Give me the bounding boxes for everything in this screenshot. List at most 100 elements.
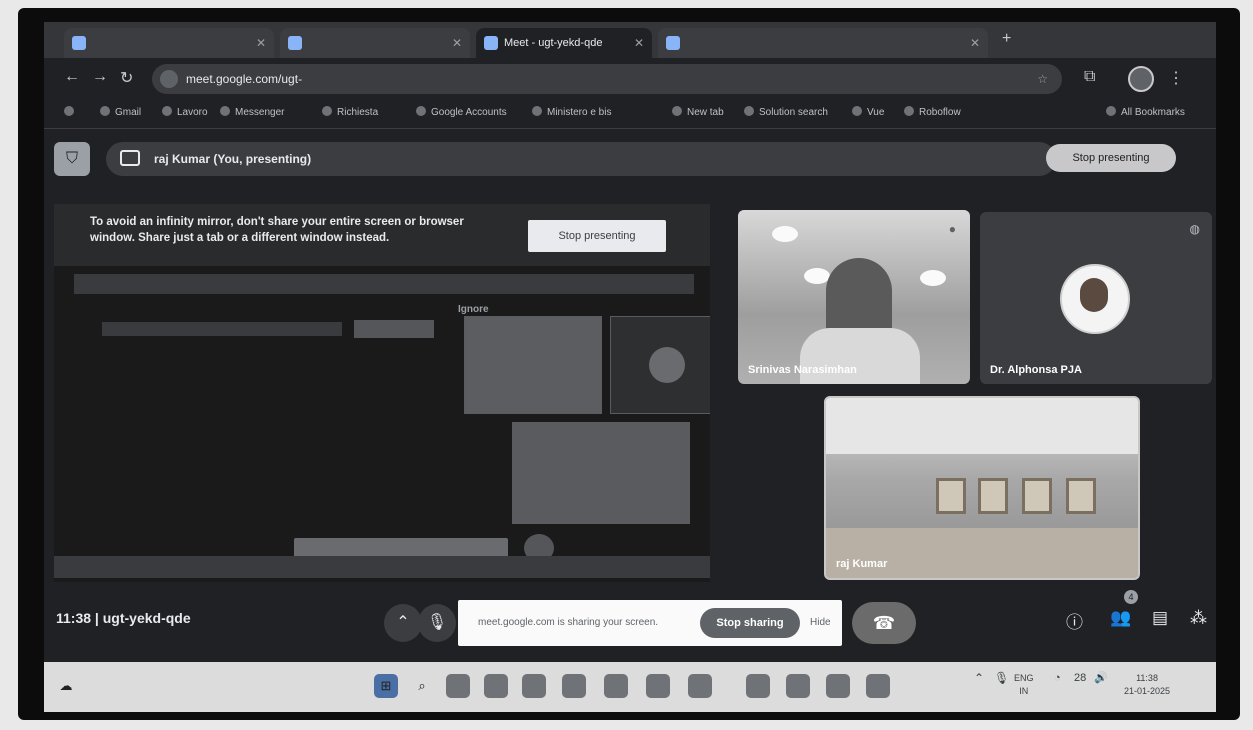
meeting-time-and-code: 11:38 | ugt-yekd-qde (56, 610, 191, 626)
clock[interactable]: 11:38 21-01-2025 (1124, 672, 1170, 698)
search-icon[interactable]: ⌕ (410, 674, 434, 698)
bookmarks-bar: Gmail Lavoro Messenger Richiesta Google … (44, 100, 1216, 129)
back-icon[interactable]: ← (64, 68, 80, 86)
language-code: ENG (1014, 673, 1034, 683)
bookmark-item[interactable]: Gmail (100, 106, 141, 118)
close-tab-icon[interactable]: ✕ (634, 28, 644, 58)
monitor-bezel: ✕ ✕ Meet - ugt-yekd-qde ✕ ✕ + ← → ↻ meet… (18, 8, 1240, 720)
infinity-mirror-warning: To avoid an infinity mirror, don't share… (54, 204, 710, 266)
activities-icon[interactable]: ⁂ (1190, 608, 1207, 628)
tab-favicon-icon (72, 36, 86, 50)
extensions-icon[interactable]: ⧉ (1084, 68, 1095, 86)
new-tab-icon[interactable]: + (1002, 30, 1011, 48)
close-tab-icon[interactable]: ✕ (970, 28, 980, 58)
tab-strip: ✕ ✕ Meet - ugt-yekd-qde ✕ ✕ + (44, 22, 1216, 58)
wifi-icon[interactable]: ◔ (1054, 672, 1061, 685)
bookmark-item[interactable]: New tab (672, 106, 724, 118)
tray-chevron-icon[interactable]: ⌃ (974, 672, 984, 685)
app-icon[interactable] (826, 674, 850, 698)
stop-presenting-inline-button[interactable]: Stop presenting (528, 220, 666, 252)
menu-icon[interactable]: ⋮ (1168, 68, 1184, 88)
browser-tab[interactable]: ✕ (658, 28, 988, 58)
meet-control-bar: 11:38 | ugt-yekd-qde ⌃ 🎙 meet.google.com… (44, 590, 1216, 646)
room-floor (826, 528, 1138, 578)
app-icon[interactable] (866, 674, 890, 698)
bookmark-item[interactable]: Lavoro (162, 106, 208, 118)
task-view-icon[interactable] (446, 674, 470, 698)
bookmark-item[interactable]: Google Accounts (416, 106, 507, 118)
start-icon[interactable]: ⊞ (374, 674, 398, 698)
close-tab-icon[interactable]: ✕ (452, 28, 462, 58)
nested-presenting-bar (74, 274, 694, 294)
forward-icon[interactable]: → (92, 68, 108, 86)
site-info-icon[interactable] (160, 70, 178, 88)
chrome-icon[interactable] (746, 674, 770, 698)
browser-toolbar: ← → ↻ meet.google.com/ugt- ☆ ⧉ ⋮ (44, 58, 1216, 100)
weather-icon[interactable]: ☁ (54, 674, 78, 698)
app-icon[interactable] (604, 674, 628, 698)
stop-sharing-button[interactable]: Stop sharing (700, 608, 800, 638)
language-indicator[interactable]: ENG IN (1014, 672, 1034, 698)
nested-warning (102, 322, 342, 336)
tray-mic-icon[interactable]: 🎙 (994, 672, 1009, 685)
browser-tab[interactable]: ✕ (64, 28, 274, 58)
reload-icon[interactable]: ↻ (120, 68, 133, 88)
close-tab-icon[interactable]: ✕ (256, 28, 266, 58)
app-icon[interactable] (646, 674, 670, 698)
address-bar[interactable]: meet.google.com/ugt- ☆ (152, 64, 1062, 94)
bookmark-item[interactable]: Roboflow (904, 106, 961, 118)
ceiling-light (772, 226, 798, 242)
nested-tile-label: Ignore (458, 304, 489, 315)
audio-options-chevron-icon[interactable]: ⌃ (384, 604, 422, 642)
bookmark-item[interactable]: Ministero e bis (532, 106, 611, 118)
bookmark-item[interactable]: Richiesta (322, 106, 378, 118)
presenting-bar: ⛉ raj Kumar (You, presenting) Stop prese… (54, 136, 1176, 182)
end-call-icon[interactable]: ☎ (852, 602, 916, 644)
wall-frame (1066, 478, 1096, 514)
chat-icon[interactable]: ▤ (1152, 608, 1168, 628)
bookmark-item[interactable]: Messenger (220, 106, 284, 118)
mic-muted-icon: ◍ (1189, 222, 1200, 236)
stop-presenting-button[interactable]: Stop presenting (1046, 144, 1176, 172)
tab-favicon-icon (288, 36, 302, 50)
wall-frame (1022, 478, 1052, 514)
people-count-badge: 4 (1124, 590, 1138, 604)
room-ceiling (826, 398, 1138, 454)
meet-favicon-icon (484, 36, 498, 50)
screen: ✕ ✕ Meet - ugt-yekd-qde ✕ ✕ + ← → ↻ meet… (44, 22, 1216, 712)
microphone-icon[interactable]: 🎙 (418, 604, 456, 642)
bookmark-star-icon[interactable]: ☆ (1037, 64, 1048, 94)
wall-frame (936, 478, 966, 514)
hide-button[interactable]: Hide (810, 600, 831, 646)
app-icon[interactable] (562, 674, 586, 698)
app-icon[interactable] (688, 674, 712, 698)
nested-video-tile (464, 316, 602, 414)
nested-stop-button (354, 320, 434, 338)
temperature: 28 (1074, 672, 1087, 684)
people-icon[interactable]: 👥 (1110, 608, 1131, 628)
speaker-icon[interactable]: 🔊 (1094, 672, 1108, 685)
meeting-info-icon[interactable]: ⓘ (1066, 608, 1083, 633)
warning-text: To avoid an infinity mirror, don't share… (90, 216, 464, 244)
host-controls-icon[interactable]: ⛉ (54, 142, 90, 176)
tab-favicon-icon (666, 36, 680, 50)
profile-avatar[interactable] (1128, 66, 1154, 92)
participant-tile[interactable]: ● Srinivas Narasimhan (738, 210, 970, 384)
app-icon[interactable] (786, 674, 810, 698)
bookmark-item[interactable]: Solution search (744, 106, 828, 118)
browser-tab[interactable]: ✕ (280, 28, 470, 58)
clock-time: 11:38 (1136, 673, 1158, 683)
url-text: meet.google.com/ugt- (186, 72, 303, 86)
bookmark-item[interactable]: Vue (852, 106, 884, 118)
participant-tile[interactable]: ◍ Dr. Alphonsa PJA (980, 212, 1212, 384)
file-explorer-icon[interactable] (522, 674, 546, 698)
self-view-tile[interactable]: raj Kumar (824, 396, 1140, 580)
browser-tab-active[interactable]: Meet - ugt-yekd-qde ✕ (476, 28, 652, 58)
mic-muted-icon: ● (948, 222, 956, 236)
bookmark-item[interactable]: All Bookmarks (1106, 106, 1185, 118)
participant-name: Dr. Alphonsa PJA (990, 364, 1082, 376)
participant-name: raj Kumar (836, 558, 888, 570)
widgets-icon[interactable] (484, 674, 508, 698)
apps-icon[interactable] (64, 106, 79, 118)
windows-taskbar: ☁ ⊞ ⌕ ⌃ 🎙 ENG IN ◔ 28 🔊 11:38 21-01-2025 (44, 662, 1216, 712)
